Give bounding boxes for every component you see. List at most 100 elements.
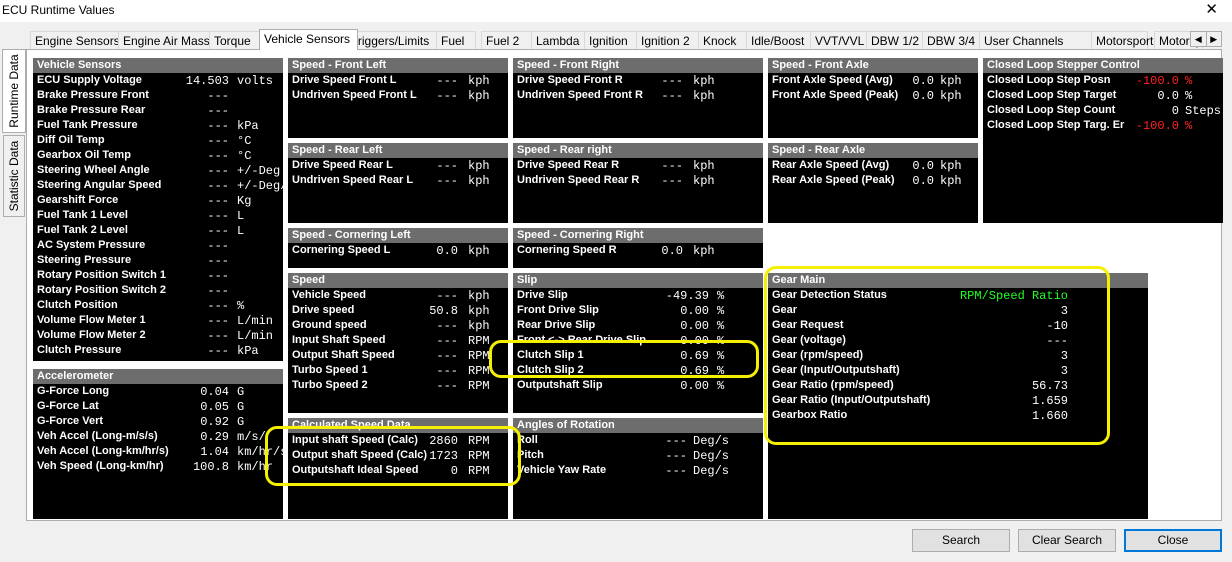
panel-gear-main: Gear Main Gear Detection Status RPM/Speed … <box>768 273 1148 519</box>
row-unit: kph <box>940 159 962 173</box>
row-value: --- <box>207 134 229 148</box>
value-row: Veh Accel (Long-m/s/s) 0.29 m/s/ <box>33 429 283 444</box>
side-tab-statistic-data[interactable]: Statistic Data <box>3 135 25 217</box>
tab-fuel[interactable]: Fuel <box>436 31 476 49</box>
value-row: Steering Wheel Angle --- +/-Deg <box>33 163 283 178</box>
tab-engine-sensors[interactable]: Engine Sensors <box>30 31 130 49</box>
row-value: --- <box>436 74 458 88</box>
row-value: --- <box>207 344 229 358</box>
row-value: 0 <box>450 464 458 478</box>
tab-dbw-1-2[interactable]: DBW 1/2 <box>866 31 930 49</box>
close-button[interactable]: Close <box>1124 529 1222 552</box>
row-value: --- <box>436 174 458 188</box>
row-unit: RPM <box>468 464 490 478</box>
row-label: Undriven Speed Front L <box>292 89 417 101</box>
row-unit: % <box>1185 74 1193 88</box>
tab-scroll-right-icon[interactable]: ▶ <box>1207 32 1222 46</box>
tab-fuel-2[interactable]: Fuel 2 <box>481 31 533 49</box>
row-label: Vehicle Speed <box>292 289 366 301</box>
row-label: Gearshift Force <box>37 194 119 206</box>
row-unit: L/min <box>237 314 274 328</box>
row-value: --- <box>436 159 458 173</box>
row-value: 0.0 <box>912 74 934 88</box>
panel-speed-front-left: Speed - Front Left Drive Speed Front L ---… <box>288 58 508 138</box>
row-value: 0.92 <box>200 415 229 429</box>
value-row: Turbo Speed 2 --- RPM <box>288 378 508 393</box>
row-label: G-Force Lat <box>37 400 99 412</box>
row-value: --- <box>207 239 229 253</box>
tab-triggers-limits[interactable]: Triggers/Limits <box>346 31 448 49</box>
row-unit: °C <box>237 149 252 163</box>
row-value: 1.04 <box>200 445 229 459</box>
tab-vehicle-sensors[interactable]: Vehicle Sensors <box>259 29 358 50</box>
row-label: Drive Speed Rear R <box>517 159 620 171</box>
value-row: Rear Axle Speed (Avg) 0.0 kph <box>768 158 978 173</box>
row-unit: Deg/s <box>693 449 730 463</box>
row-value: --- <box>207 149 229 163</box>
tab-scroll-left-icon[interactable]: ◀ <box>1191 32 1207 46</box>
value-row: Veh Accel (Long-km/hr/s) 1.04 km/hr/s <box>33 444 287 459</box>
row-unit: kph <box>468 319 490 333</box>
value-row: Drive Speed Rear L --- kph <box>288 158 508 173</box>
row-value: --- <box>661 159 683 173</box>
row-label: Gear (Input/Outputshaft) <box>772 364 900 376</box>
panel-title: Speed - Front Right <box>513 58 763 73</box>
row-label: Front Axle Speed (Avg) <box>772 74 893 86</box>
side-tab-runtime-data[interactable]: Runtime Data <box>2 49 26 133</box>
row-value: --- <box>207 299 229 313</box>
tab-knock[interactable]: Knock <box>698 31 748 49</box>
row-value: --- <box>665 434 687 448</box>
value-row: ECU Supply Voltage 14.503 volts <box>33 73 283 88</box>
row-label: Steering Wheel Angle <box>37 164 150 176</box>
row-label: Fuel Tank Pressure <box>37 119 138 131</box>
row-value: 0.00 <box>680 334 709 348</box>
row-value: 0.00 <box>680 319 709 333</box>
row-label: Veh Speed (Long-km/hr) <box>37 460 164 472</box>
row-label: Clutch Slip 1 <box>517 349 584 361</box>
row-label: Gear Detection Status <box>772 289 887 301</box>
row-label: Gear Request <box>772 319 844 331</box>
row-unit: RPM <box>468 449 490 463</box>
row-value: 1.659 <box>1031 394 1068 408</box>
row-label: Cornering Speed L <box>292 244 391 256</box>
row-value: 3 <box>1060 364 1068 378</box>
value-row: Gear Detection Status RPM/Speed Ratio <box>768 288 1148 303</box>
tab-scroll-arrows[interactable]: ◀ ▶ <box>1190 31 1222 47</box>
window-close-icon[interactable]: ✕ <box>1205 1 1218 19</box>
row-unit: Kg <box>237 194 252 208</box>
value-row: Diff Oil Temp --- °C <box>33 133 283 148</box>
tab-ignition[interactable]: Ignition <box>584 31 643 49</box>
clear-search-button[interactable]: Clear Search <box>1018 529 1116 552</box>
value-row: Gear (voltage) --- <box>768 333 1148 348</box>
value-row: Roll --- Deg/s <box>513 433 763 448</box>
row-label: Closed Loop Step Targ. Er <box>987 119 1125 131</box>
tab-ignition-2[interactable]: Ignition 2 <box>636 31 704 49</box>
row-label: Output Shaft Speed <box>292 349 395 361</box>
title-bar: ECU Runtime Values ✕ <box>0 0 1232 22</box>
tab-lambda[interactable]: Lambda <box>531 31 588 49</box>
value-row: Cornering Speed R 0.0 kph <box>513 243 763 258</box>
tab-vvt-vvl[interactable]: VVT/VVL <box>810 31 874 49</box>
tab-motorsport-1[interactable]: Motorsport 1 <box>1091 31 1163 49</box>
panel-title: Slip <box>513 273 763 288</box>
value-row: Pitch --- Deg/s <box>513 448 763 463</box>
search-button[interactable]: Search <box>912 529 1010 552</box>
row-value: --- <box>436 89 458 103</box>
row-unit: % <box>717 319 725 333</box>
value-row: Closed Loop Step Targ. Er -100.0% <box>983 118 1223 133</box>
row-value: 2860 <box>429 434 458 448</box>
row-label: Roll <box>517 434 538 446</box>
row-value: --- <box>207 269 229 283</box>
row-label: Turbo Speed 2 <box>292 379 368 391</box>
tab-idle-boost[interactable]: Idle/Boost <box>746 31 818 49</box>
row-unit: +/-Deg/ <box>237 179 288 193</box>
row-value: --- <box>436 349 458 363</box>
value-row: G-Force Lat 0.05 G <box>33 399 283 414</box>
row-value: --- <box>436 334 458 348</box>
row-label: Rotary Position Switch 2 <box>37 284 166 296</box>
tab-engine-air-mass[interactable]: Engine Air Mass <box>118 31 216 49</box>
tab-user-channels[interactable]: User Channels <box>979 31 1098 49</box>
row-label: Veh Accel (Long-m/s/s) <box>37 430 158 442</box>
panel-vehicle-sensors: Vehicle Sensors ECU Supply Voltage 14.503 v… <box>33 58 287 361</box>
value-row: Rear Axle Speed (Peak) 0.0 kph <box>768 173 978 188</box>
